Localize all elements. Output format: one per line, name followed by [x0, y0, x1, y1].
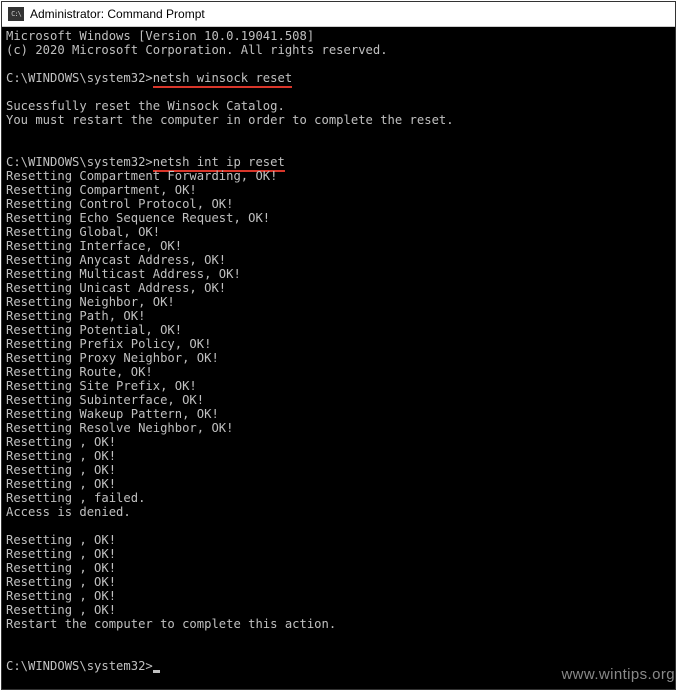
output-line: Resetting Route, OK!	[6, 365, 153, 379]
output-line: Resetting , failed.	[6, 491, 145, 505]
output-line: Resetting Wakeup Pattern, OK!	[6, 407, 219, 421]
output-line: Access is denied.	[6, 505, 131, 519]
output-line: Resetting Subinterface, OK!	[6, 393, 204, 407]
output-line: Resetting , OK!	[6, 603, 116, 617]
output-line: Resetting , OK!	[6, 589, 116, 603]
prompt-3: C:\WINDOWS\system32>	[6, 659, 153, 673]
output-line: Resetting Interface, OK!	[6, 239, 182, 253]
titlebar[interactable]: Administrator: Command Prompt	[2, 2, 675, 27]
output-line: Sucessfully reset the Winsock Catalog.	[6, 99, 285, 113]
output-line: Restart the computer to complete this ac…	[6, 617, 336, 631]
output-line: Resetting , OK!	[6, 575, 116, 589]
output-line: Resetting Prefix Policy, OK!	[6, 337, 211, 351]
version-line: Microsoft Windows [Version 10.0.19041.50…	[6, 29, 314, 43]
output-line: Resetting , OK!	[6, 463, 116, 477]
prompt-2: C:\WINDOWS\system32>	[6, 155, 153, 169]
output-line: Resetting Echo Sequence Request, OK!	[6, 211, 270, 225]
prompt-1: C:\WINDOWS\system32>	[6, 71, 153, 85]
output-line: Resetting Compartment, OK!	[6, 183, 197, 197]
watermark-text: www.wintips.org	[561, 666, 675, 683]
cmd-icon	[8, 7, 24, 21]
output-line: Resetting Unicast Address, OK!	[6, 281, 226, 295]
output-line: Resetting Proxy Neighbor, OK!	[6, 351, 219, 365]
output-line: Resetting Neighbor, OK!	[6, 295, 175, 309]
output-line: Resetting , OK!	[6, 435, 116, 449]
output-line: Resetting , OK!	[6, 449, 116, 463]
command-1: netsh winsock reset	[153, 71, 292, 88]
output-line: Resetting Multicast Address, OK!	[6, 267, 241, 281]
output-line: Resetting Path, OK!	[6, 309, 145, 323]
output-line: Resetting , OK!	[6, 533, 116, 547]
window-title: Administrator: Command Prompt	[30, 7, 205, 21]
output-line: Resetting , OK!	[6, 477, 116, 491]
output-line: Resetting Compartment Forwarding, OK!	[6, 169, 278, 183]
output-line: Resetting , OK!	[6, 547, 116, 561]
output-line: Resetting Control Protocol, OK!	[6, 197, 233, 211]
output-line: Resetting Resolve Neighbor, OK!	[6, 421, 233, 435]
command-prompt-window: Administrator: Command Prompt Microsoft …	[1, 1, 676, 690]
output-line: Resetting Potential, OK!	[6, 323, 182, 337]
terminal-area[interactable]: Microsoft Windows [Version 10.0.19041.50…	[2, 27, 675, 689]
output-line: Resetting Site Prefix, OK!	[6, 379, 197, 393]
cursor	[153, 670, 160, 673]
copyright-line: (c) 2020 Microsoft Corporation. All righ…	[6, 43, 388, 57]
output-line: You must restart the computer in order t…	[6, 113, 454, 127]
output-line: Resetting Anycast Address, OK!	[6, 253, 226, 267]
output-line: Resetting , OK!	[6, 561, 116, 575]
output-line: Resetting Global, OK!	[6, 225, 160, 239]
